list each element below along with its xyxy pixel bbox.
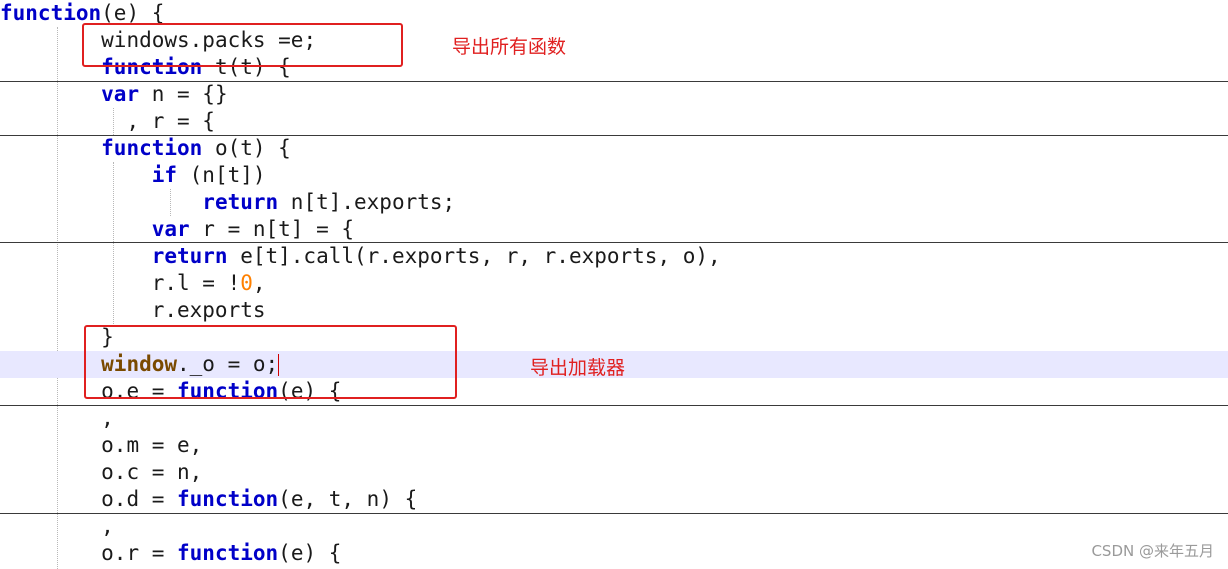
code-token: r.l = ! [151, 271, 241, 295]
code-token: , r = { [126, 109, 215, 133]
code-token: (e) { [101, 1, 165, 25]
code-line[interactable]: o.c = n, [0, 459, 1228, 486]
code-token: (e) { [278, 541, 342, 565]
code-editor[interactable]: function(e) { windows.packs =e; function… [0, 0, 1228, 569]
code-token: return [151, 244, 228, 268]
code-token: if [151, 163, 178, 187]
code-token: o.c = n, [101, 460, 203, 484]
code-token: o(t) { [202, 136, 291, 160]
code-token: e[t].call(r.exports, r, r.exports, o), [227, 244, 721, 268]
code-token: return [202, 190, 279, 214]
code-line[interactable]: o.r = function(e) { [0, 540, 1228, 567]
code-token: var [151, 217, 190, 241]
annotation-export-loader: 导出加载器 [530, 357, 626, 379]
code-line[interactable]: function o(t) { [0, 135, 1228, 162]
code-token: o.m = e, [101, 433, 203, 457]
code-token: n[t].exports; [278, 190, 456, 214]
code-line[interactable]: return e[t].call(r.exports, r, r.exports… [0, 243, 1228, 270]
code-token: o.d = [101, 487, 178, 511]
code-token: , [101, 406, 114, 430]
code-token: function [0, 1, 102, 25]
code-line[interactable]: , [0, 405, 1228, 432]
annotation-box-export-loader [84, 325, 457, 399]
code-token: function [177, 541, 279, 565]
code-token: , [101, 514, 114, 538]
annotation-export-all: 导出所有函数 [452, 36, 567, 58]
code-line[interactable]: , r = { [0, 108, 1228, 135]
code-line[interactable]: o.m = e, [0, 432, 1228, 459]
code-line[interactable]: return n[t].exports; [0, 189, 1228, 216]
watermark: CSDN @来年五月 [1091, 542, 1214, 560]
code-token: function [177, 487, 279, 511]
code-token: (n[t]) [177, 163, 266, 187]
code-line[interactable]: var r = n[t] = { [0, 216, 1228, 243]
code-token: r = n[t] = { [189, 217, 355, 241]
code-token: (e, t, n) { [278, 487, 418, 511]
code-token: 0 [240, 271, 253, 295]
code-token: , [252, 271, 266, 295]
code-line[interactable]: o.d = function(e, t, n) { [0, 486, 1228, 513]
code-token: o.r = [101, 541, 178, 565]
code-token: function [101, 136, 203, 160]
code-line[interactable]: , [0, 513, 1228, 540]
annotation-box-export-all [82, 23, 403, 67]
code-line[interactable]: r.l = !0, [0, 270, 1228, 297]
code-line[interactable]: if (n[t]) [0, 162, 1228, 189]
code-line[interactable]: var n = {} [0, 81, 1228, 108]
code-token: n = {} [139, 82, 228, 106]
code-line[interactable]: r.exports [0, 297, 1228, 324]
code-token: r.exports [151, 298, 266, 322]
code-token: var [101, 82, 140, 106]
